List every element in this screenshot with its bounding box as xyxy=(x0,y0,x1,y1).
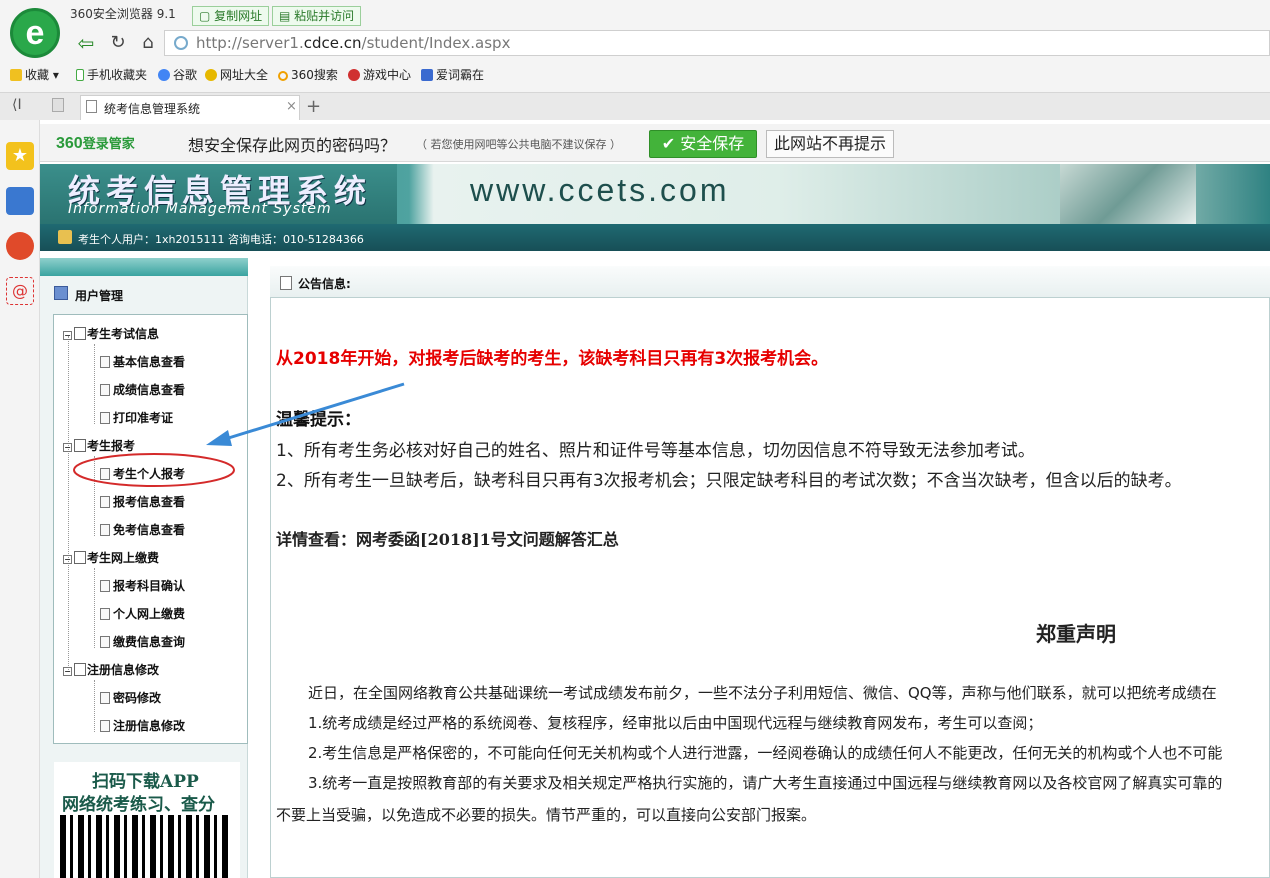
annotation-ellipse xyxy=(73,453,235,487)
annotation-overlay xyxy=(73,382,405,487)
annotation-arrow xyxy=(206,382,405,446)
